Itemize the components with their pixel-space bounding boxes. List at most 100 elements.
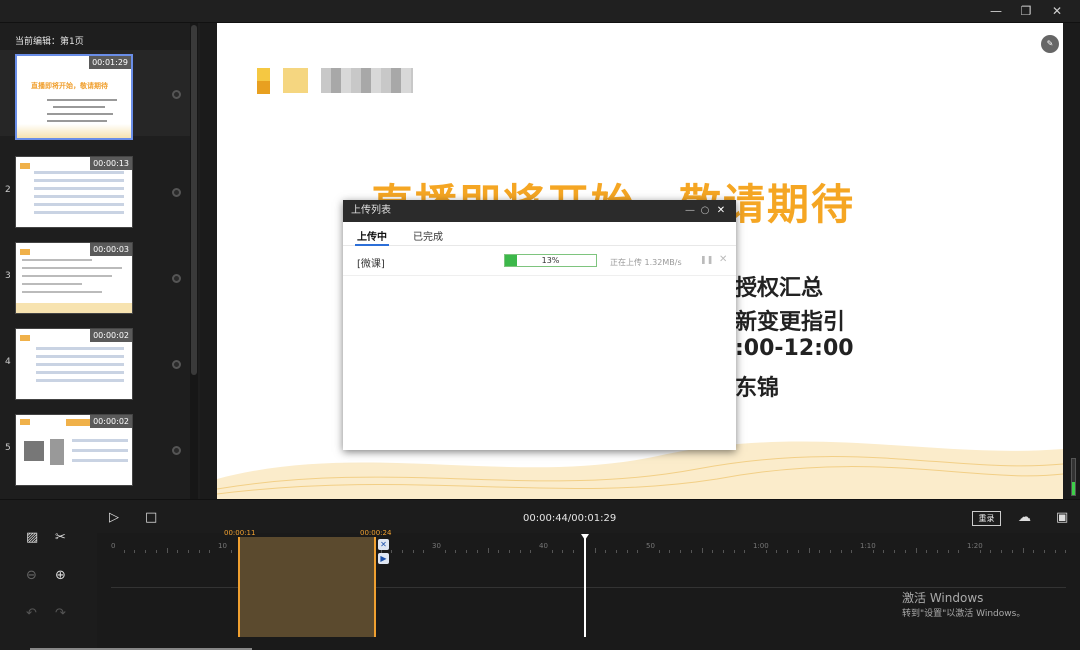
- playhead[interactable]: [583, 537, 586, 637]
- page-audio-icon[interactable]: [172, 188, 181, 197]
- cloud-upload-icon[interactable]: ☁: [1018, 510, 1031, 525]
- crop-icon[interactable]: ▨: [26, 530, 38, 545]
- page-thumbnail[interactable]: 直播即将开始，敬请期待 00:01:29: [15, 54, 133, 140]
- ruler-tick: [626, 550, 628, 553]
- ruler-tick: [904, 550, 906, 553]
- page-thumb-row-2[interactable]: 2 00:00:13: [0, 150, 190, 236]
- slide-line-4: 东锦: [735, 376, 780, 401]
- delete-clip-icon[interactable]: ✕: [378, 539, 389, 550]
- slide-line-1: 授权汇总: [735, 276, 824, 301]
- clip-start-time: 00:00:11: [224, 529, 256, 537]
- page-thumbnail[interactable]: 00:00:03: [15, 242, 133, 314]
- ruler-tick: [894, 550, 896, 553]
- pause-icon[interactable]: ❚❚: [700, 255, 713, 264]
- page-number: 5: [5, 443, 11, 453]
- ruler-tick: [680, 550, 682, 553]
- ruler-tick: [134, 550, 136, 553]
- ruler-tick: [487, 548, 489, 553]
- volume-meter: [1071, 458, 1076, 496]
- dialog-tabs: 上传中 已完成: [343, 222, 736, 246]
- tab-completed[interactable]: 已完成: [413, 228, 443, 243]
- page-audio-icon[interactable]: [172, 360, 181, 369]
- close-icon[interactable]: ✕: [1049, 3, 1065, 19]
- ruler-tick: [187, 550, 189, 553]
- ruler-label: 1:20: [967, 542, 983, 550]
- save-icon[interactable]: ▣: [1056, 510, 1068, 525]
- maximize-icon[interactable]: ❐: [1018, 3, 1034, 19]
- ruler-tick: [209, 550, 211, 553]
- dialog-restore-icon[interactable]: ○: [698, 200, 712, 222]
- ruler-tick: [637, 550, 639, 553]
- page-thumbnail[interactable]: 00:00:13: [15, 156, 133, 228]
- page-thumb-row-5[interactable]: 5 00:00:02: [0, 408, 190, 494]
- page-duration-badge: 00:00:02: [90, 329, 132, 342]
- page-audio-icon[interactable]: [172, 446, 181, 455]
- stop-icon[interactable]: □: [145, 510, 157, 525]
- ruler-tick: [787, 550, 789, 553]
- page-duration-badge: 00:01:29: [89, 56, 131, 69]
- ruler-tick: [1022, 548, 1024, 553]
- ruler-tick: [145, 550, 147, 553]
- selected-clip-region[interactable]: 00:00:11 00:00:24: [224, 529, 391, 637]
- ruler-tick: [840, 550, 842, 553]
- page-thumb-row-1[interactable]: 直播即将开始，敬请期待 00:01:29: [0, 50, 190, 140]
- page-audio-icon[interactable]: [172, 90, 181, 99]
- ruler-tick: [1033, 550, 1035, 553]
- page-number: 2: [5, 185, 11, 195]
- ruler-label: 0: [111, 542, 116, 550]
- dialog-minimize-icon[interactable]: —: [683, 200, 697, 222]
- ruler-label: 30: [432, 542, 441, 550]
- dialog-close-icon[interactable]: ✕: [714, 200, 728, 222]
- playhead-handle[interactable]: [580, 534, 589, 540]
- page-duration-badge: 00:00:03: [90, 243, 132, 256]
- ruler-tick: [123, 550, 125, 553]
- pages-scrollbar[interactable]: [190, 23, 198, 499]
- redo-icon[interactable]: ↷: [55, 606, 66, 621]
- zoom-out-icon[interactable]: ⊖: [26, 568, 37, 583]
- page-thumb-row-3[interactable]: 3 00:00:03: [0, 236, 190, 322]
- rerecord-button[interactable]: 重录: [972, 511, 1001, 526]
- play-icon[interactable]: ▷: [109, 510, 119, 525]
- page-audio-icon[interactable]: [172, 274, 181, 283]
- ruler-tick: [819, 550, 821, 553]
- playback-time: 00:00:44/00:01:29: [523, 513, 617, 524]
- ruler-tick: [1011, 550, 1013, 553]
- play-clip-icon[interactable]: ▶: [378, 553, 389, 564]
- page-thumbnail[interactable]: 00:00:02: [15, 328, 133, 400]
- scrollbar-thumb[interactable]: [191, 25, 197, 375]
- page-duration-badge: 00:00:02: [90, 415, 132, 428]
- page-thumbnail[interactable]: 00:00:02: [15, 414, 133, 486]
- ruler-tick: [733, 550, 735, 553]
- ruler-tick: [722, 550, 724, 553]
- ruler-tick: [423, 550, 425, 553]
- timeline-track[interactable]: 010203040501:001:101:20 00:00:11 00:00:2…: [97, 529, 1080, 650]
- ruler-tick: [198, 550, 200, 553]
- cut-icon[interactable]: ✂: [55, 530, 66, 545]
- watermark-subtitle: 转到"设置"以激活 Windows。: [902, 609, 1026, 619]
- page-thumb-row-4[interactable]: 4 00:00:02: [0, 322, 190, 408]
- dialog-title: 上传列表: [351, 205, 391, 216]
- clip-end-time: 00:00:24: [360, 529, 392, 537]
- app-window: — ❐ ✕ 当前编辑：第1页 直播即将开始，敬请期待 00:01:29 2 00…: [0, 0, 1080, 650]
- current-page-label: 当前编辑：第1页: [15, 37, 84, 47]
- ruler-tick: [851, 550, 853, 553]
- zoom-in-icon[interactable]: ⊕: [55, 568, 66, 583]
- page-number: 3: [5, 271, 11, 281]
- logo-icon-part: [283, 68, 308, 93]
- ruler-tick: [1054, 550, 1056, 553]
- ruler-label: 50: [646, 542, 655, 550]
- edit-icon[interactable]: ✎: [1041, 35, 1059, 53]
- ruler-tick: [808, 548, 810, 553]
- ruler-tick: [230, 550, 232, 553]
- minimize-icon[interactable]: —: [988, 3, 1004, 19]
- tab-uploading[interactable]: 上传中: [357, 228, 387, 243]
- ruler-tick: [915, 548, 917, 553]
- page-duration-badge: 00:00:13: [90, 157, 132, 170]
- ruler-tick: [476, 550, 478, 553]
- ruler-tick: [690, 550, 692, 553]
- undo-icon[interactable]: ↶: [26, 606, 37, 621]
- cancel-icon[interactable]: ✕: [719, 254, 727, 265]
- ruler-tick: [177, 550, 179, 553]
- ruler-tick: [776, 550, 778, 553]
- ruler-tick: [883, 550, 885, 553]
